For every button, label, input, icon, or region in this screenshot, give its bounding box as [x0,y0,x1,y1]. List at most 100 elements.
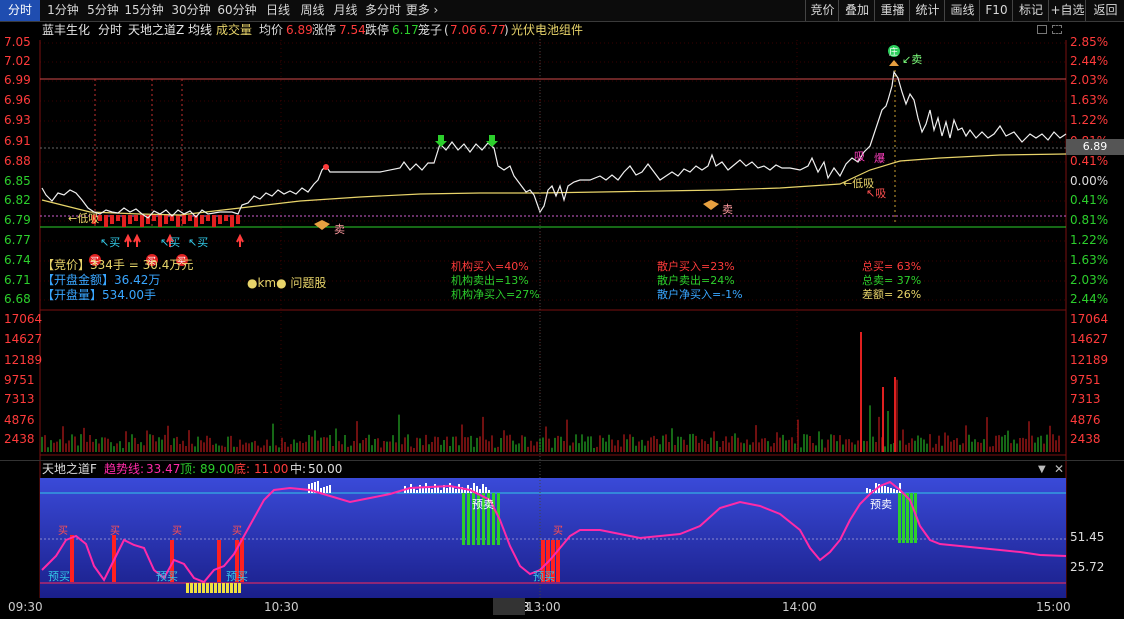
tab-3[interactable]: 15分钟 [121,0,167,21]
svg-text:预卖: 预卖 [472,498,494,511]
toolbar-button-5[interactable]: F10 [979,0,1013,21]
volume-tick: 17064 [4,312,43,326]
svg-text:↖买: ↖买 [160,236,180,249]
open-amount-label: 【开盘金额】 [42,273,115,287]
diff-value: 差额= 26% [862,288,922,301]
tab-10[interactable]: 更多 › [405,0,439,21]
volume-tick-right: 9751 [1070,373,1101,387]
toolbar-button-4[interactable]: 画线 [944,0,980,21]
auction-value: 334手 = 30.4万元 [90,258,194,272]
top-value: 89.00 [200,462,235,476]
svg-text:买: 买 [58,525,68,537]
price-tick: 6.77 [4,233,31,247]
close-icon[interactable]: ✕ [1054,461,1064,478]
low-buy-label: ←低吸 [68,212,99,225]
pct-tick: 0.81% [1070,213,1109,227]
suck-tag: 吸 [854,150,865,163]
time-axis: 09:3010:3011:2313:0014:0015:00 [8,600,1071,614]
price-line [41,70,1067,219]
tab-0[interactable]: 分时 [0,0,40,21]
retail-buy: 散户买入=23% [657,260,735,273]
toolbar-button-3[interactable]: 统计 [909,0,945,21]
volume-tick: 9751 [4,373,35,387]
volume-tick: 7313 [4,392,35,406]
avg-price-line [41,153,1067,216]
sell-triangle [889,60,899,66]
toolbar-button-8[interactable]: 返回 [1085,0,1124,21]
pct-tick: 0.41% [1070,193,1109,207]
toolbar-button-7[interactable]: +自选 [1048,0,1086,21]
inst-buy: 机构买入=40% [451,260,529,273]
inst-sell: 机构卖出=13% [451,274,529,287]
time-tick: 14:00 [782,600,817,614]
tab-1[interactable]: 1分钟 [43,0,83,21]
time-tick: 13:00 [526,600,561,614]
total-stats: 总买= 63% 总卖= 37% 差额= 26% [862,260,921,302]
tab-6[interactable]: 日线 [262,0,294,21]
price-tick: 6.99 [4,73,31,87]
volume-tick-right: 14627 [1070,332,1109,346]
sub-indicator-name[interactable]: 天地之道F [42,461,97,478]
toolbar-button-2[interactable]: 重播 [874,0,910,21]
pct-tick: 2.85% [1070,35,1109,49]
pct-tick: 0.00% [1070,174,1109,188]
dropdown-icon[interactable]: ▼ [1038,461,1046,478]
toolbar-button-6[interactable]: 标记 [1012,0,1049,21]
price-tick: 6.71 [4,273,31,287]
toolbar-button-1[interactable]: 叠加 [838,0,875,21]
green-arrow-markers [435,135,498,147]
price-tick: 7.05 [4,35,31,49]
price-tick: 6.85 [4,174,31,188]
sub-axis-tick: 25.72 [1070,560,1105,574]
sub-axis-tick: 51.45 [1070,530,1105,544]
svg-text:预买: 预买 [226,570,248,583]
tab-7[interactable]: 周线 [297,0,328,21]
svg-text:买: 买 [172,525,182,537]
total-sell: 总卖= 37% [862,274,922,287]
open-volume-value: 534.00手 [102,288,157,302]
price-tick: 6.82 [4,193,31,207]
retail-net: 散户净买入=-1% [657,288,743,301]
buy-arrow-markers: ↖买 ↖买 ↖买 [100,233,244,249]
intraday-chart[interactable]: 卖 卖 ←低吸 ←低吸 ↖吸 爆 吸 庄 ↙卖 ↖买 ↖买 ↖买 买买买 预买 预买预… [0,21,1124,619]
volume-tick: 2438 [4,432,35,446]
pct-tick: 2.03% [1070,273,1109,287]
tab-4[interactable]: 30分钟 [169,0,213,21]
pct-tick: 0.41% [1070,154,1109,168]
price-tick: 6.74 [4,253,31,267]
crosshair-time-box [493,598,525,615]
volume-tick-right: 12189 [1070,353,1109,367]
tab-9[interactable]: 多分时 [363,0,403,21]
sell-arrow-label: ↙卖 [902,53,922,66]
open-amount-value: 36.42万 [114,273,161,287]
tab-5[interactable]: 60分钟 [215,0,259,21]
bottom-value: 11.00 [254,462,289,476]
current-price-tag: 6.89 [1066,139,1124,155]
period-toolbar: 分时 1分钟 5分钟 15分钟 30分钟 60分钟 日线 周线 月线 多分时 更多 › 竞价 叠加 重播… [0,0,1124,22]
svg-text:预买: 预买 [48,570,70,583]
sub-panel-header: 天地之道F 趋势线: 33.47 顶: 89.00 底: 11.00 中: 50… [0,460,1124,478]
suck-label: ↖吸 [866,187,886,200]
pct-tick: 2.03% [1070,73,1109,87]
svg-text:↖买: ↖买 [188,236,208,249]
tab-8[interactable]: 月线 [330,0,361,21]
time-tick: 15:00 [1036,600,1071,614]
svg-text:买: 买 [232,525,242,537]
retail-sell: 散户卖出=24% [657,274,735,287]
volume-tick-right: 7313 [1070,392,1101,406]
price-tick: 6.96 [4,93,31,107]
trend-value: 33.47 [146,462,181,476]
pct-tick: 1.63% [1070,93,1109,107]
red-signal-blocks [92,215,240,227]
pct-tick: 2.44% [1070,54,1109,68]
inst-net: 机构净买入=27% [451,288,540,301]
signal-dot [323,164,329,170]
toolbar-button-0[interactable]: 竞价 [805,0,839,21]
tab-2[interactable]: 5分钟 [86,0,120,21]
open-volume-label: 【开盘量】 [42,288,103,302]
volume-tick-right: 4876 [1070,413,1101,427]
price-tick: 6.93 [4,113,31,127]
volume-tick-right: 2438 [1070,432,1101,446]
bottom-label: 底: [234,462,251,476]
volume-tick: 14627 [4,332,43,346]
